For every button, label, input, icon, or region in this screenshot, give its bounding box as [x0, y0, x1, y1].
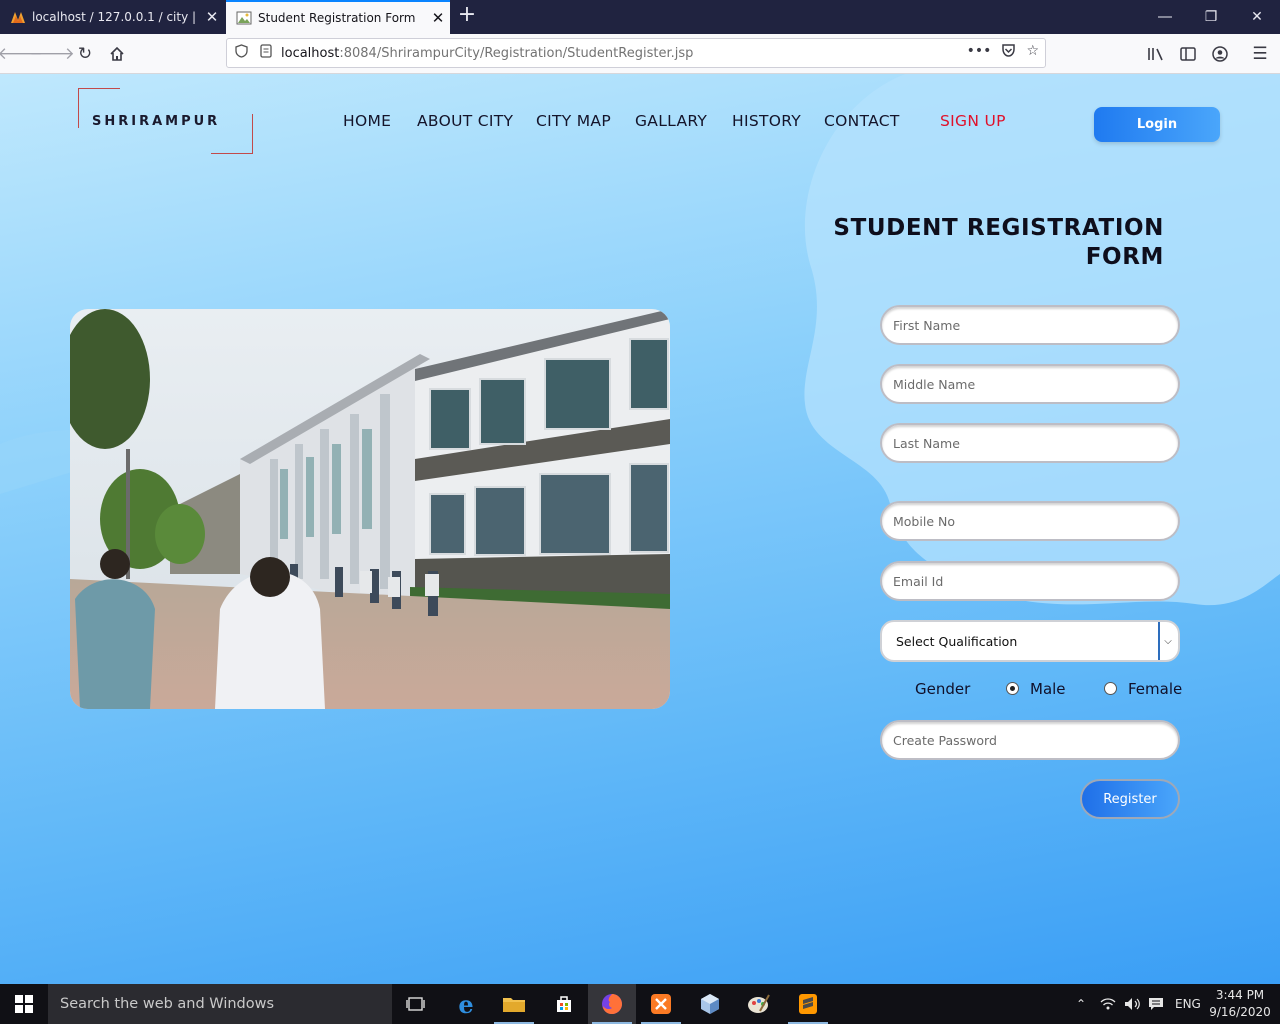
show-hidden-icons-icon[interactable]: ⌃: [1076, 984, 1086, 1024]
login-button[interactable]: Login: [1094, 107, 1220, 142]
nav-home[interactable]: HOME: [343, 112, 391, 130]
register-button[interactable]: Register: [1080, 779, 1180, 819]
language-indicator[interactable]: ENG: [1175, 984, 1201, 1024]
paint-icon[interactable]: [735, 984, 783, 1024]
windows-start-icon[interactable]: [0, 984, 48, 1024]
phpmyadmin-icon: [10, 9, 26, 25]
tab-student-registration[interactable]: Student Registration Form ✕: [226, 0, 450, 34]
action-center-icon[interactable]: [1148, 984, 1164, 1024]
tab-title: localhost / 127.0.0.1 / city | php: [32, 10, 200, 24]
xampp-icon[interactable]: [637, 984, 685, 1024]
forward-arrow-icon[interactable]: 🡒: [29, 40, 75, 68]
page-info-icon[interactable]: [259, 44, 273, 62]
task-view-icon[interactable]: [392, 984, 440, 1024]
first-name-field: [880, 305, 1180, 345]
page-actions-icon[interactable]: •••: [967, 43, 992, 62]
gender-male-label[interactable]: Male: [1030, 680, 1066, 700]
edge-icon[interactable]: e: [442, 984, 490, 1024]
file-explorer-icon[interactable]: [490, 984, 538, 1024]
email-field: [880, 561, 1180, 601]
network-icon[interactable]: [1100, 984, 1116, 1024]
nav-about-city[interactable]: ABOUT CITY: [417, 112, 513, 130]
virtualbox-icon[interactable]: [686, 984, 734, 1024]
minimize-icon[interactable]: ―: [1142, 0, 1188, 34]
nav-city-map[interactable]: CITY MAP: [536, 112, 611, 130]
nav-history[interactable]: HISTORY: [732, 112, 801, 130]
address-bar[interactable]: localhost:8084/ShrirampurCity/Registrati…: [226, 38, 1046, 68]
bookmark-star-icon[interactable]: ☆: [1026, 43, 1039, 62]
gender-male-radio[interactable]: [1006, 682, 1019, 695]
site-logo[interactable]: SHRIRAMPUR: [78, 88, 253, 154]
campus-building-photo: [70, 309, 670, 709]
sidebar-icon[interactable]: [1174, 40, 1202, 68]
clock-date: 9/16/2020: [1209, 1005, 1271, 1019]
middle-name-field: [880, 364, 1180, 404]
mobile-input[interactable]: [882, 503, 1178, 539]
store-icon[interactable]: [540, 984, 588, 1024]
password-input[interactable]: [882, 722, 1178, 758]
windows-taskbar: Search the web and Windows e ⌃ ENG 3:44 …: [0, 984, 1280, 1024]
reload-icon[interactable]: ↻: [71, 40, 99, 68]
browser-tab-bar: localhost / 127.0.0.1 / city | php ✕ Stu…: [0, 0, 1280, 34]
qualification-value: Select Qualification: [896, 633, 1018, 649]
account-icon[interactable]: [1206, 40, 1234, 68]
form-title-line2: FORM: [1085, 244, 1164, 270]
last-name-field: [880, 423, 1180, 463]
tab-phpmyadmin[interactable]: localhost / 127.0.0.1 / city | php ✕: [0, 0, 224, 34]
chevron-down-icon: ⌵: [1158, 622, 1176, 660]
gender-female-label[interactable]: Female: [1128, 680, 1182, 700]
logo-text: SHRIRAMPUR: [92, 114, 221, 129]
pocket-icon[interactable]: [1001, 43, 1016, 62]
page-favicon-icon: [236, 10, 252, 26]
clock-time: 3:44 PM: [1215, 988, 1265, 1002]
close-tab-icon[interactable]: ✕: [426, 9, 450, 27]
gender-label: Gender: [915, 680, 971, 698]
middle-name-input[interactable]: [882, 366, 1178, 402]
firefox-icon[interactable]: [588, 984, 636, 1024]
email-input[interactable]: [882, 563, 1178, 599]
gender-female-radio[interactable]: [1104, 682, 1117, 695]
taskbar-clock[interactable]: 3:44 PM 9/16/2020: [1208, 987, 1272, 1021]
taskbar-search-box[interactable]: Search the web and Windows: [48, 984, 392, 1024]
tab-title: Student Registration Form: [258, 11, 416, 25]
form-title-line1: STUDENT REGISTRATION: [833, 215, 1164, 241]
window-close-icon[interactable]: ✕: [1234, 0, 1280, 34]
password-field: [880, 720, 1180, 760]
shield-icon: [235, 44, 251, 62]
menu-hamburger-icon[interactable]: ☰: [1246, 40, 1274, 68]
nav-gallary[interactable]: GALLARY: [635, 112, 707, 130]
restore-icon[interactable]: ❐: [1188, 0, 1234, 34]
library-icon[interactable]: [1142, 40, 1170, 68]
browser-toolbar: 🡐 🡒 ↻ localhost:8084/ShrirampurCity/Regi…: [0, 34, 1280, 74]
close-tab-icon[interactable]: ✕: [200, 8, 224, 26]
nav-sign-up[interactable]: SIGN UP: [940, 112, 1006, 130]
last-name-input[interactable]: [882, 425, 1178, 461]
form-title: STUDENT REGISTRATION FORM: [830, 214, 1164, 272]
sublime-text-icon[interactable]: [784, 984, 832, 1024]
qualification-select[interactable]: Select Qualification ⌵: [880, 620, 1180, 662]
volume-icon[interactable]: [1124, 984, 1142, 1024]
url-host: localhost: [281, 45, 340, 61]
new-tab-icon[interactable]: +: [456, 4, 478, 28]
page-content: SHRIRAMPUR HOME ABOUT CITY CITY MAP GALL…: [0, 74, 1280, 984]
url-path: :8084/ShrirampurCity/Registration/Studen…: [339, 45, 694, 61]
first-name-input[interactable]: [882, 307, 1178, 343]
nav-contact[interactable]: CONTACT: [824, 112, 900, 130]
mobile-field: [880, 501, 1180, 541]
home-icon[interactable]: [103, 40, 131, 68]
